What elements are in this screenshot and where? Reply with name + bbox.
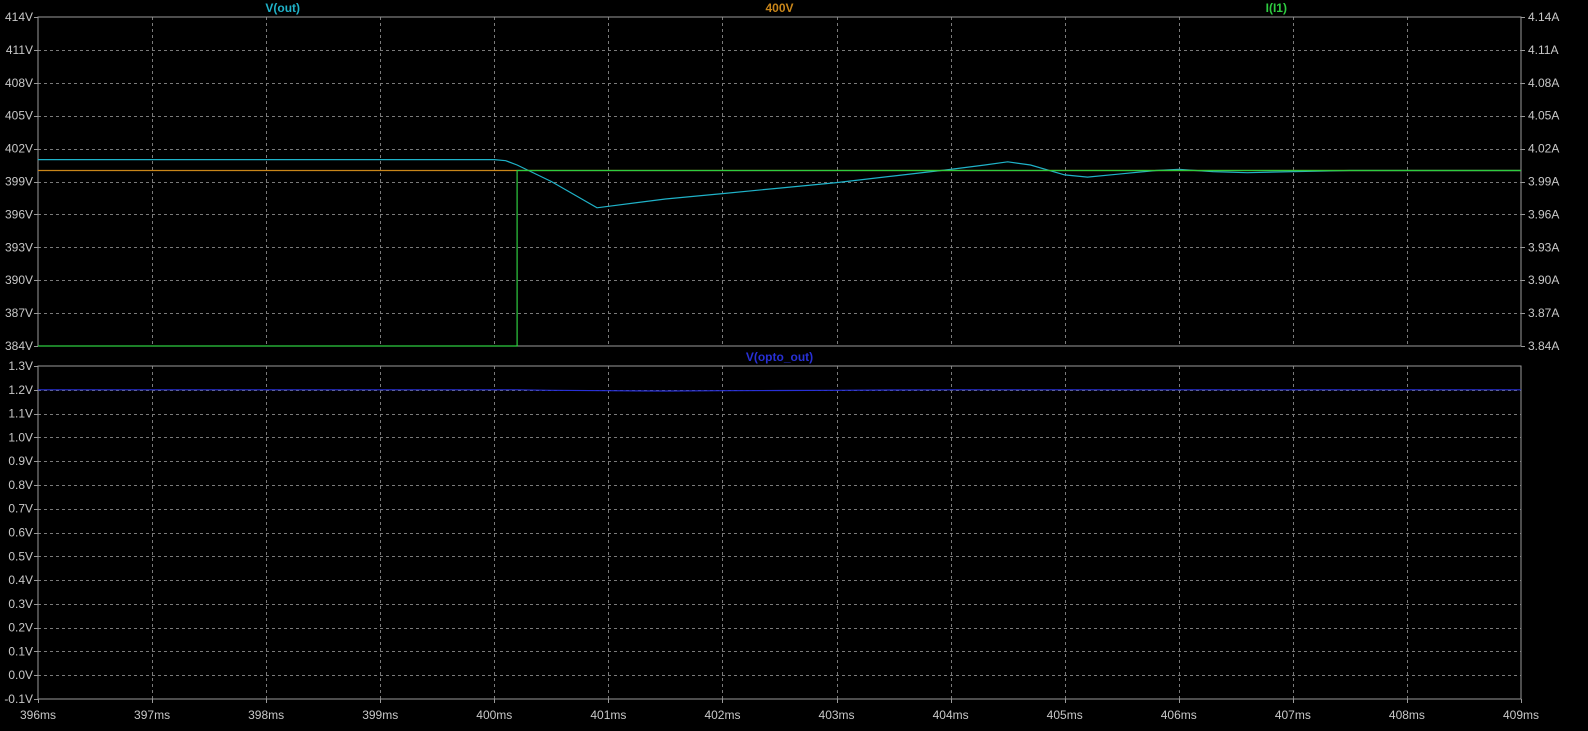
legend-label[interactable]: V(out) xyxy=(265,1,300,15)
y-tick-label-left: 1.0V xyxy=(8,430,33,444)
legend-label[interactable]: 400V xyxy=(765,1,793,15)
y-tick-label-right: 4.11A xyxy=(1528,43,1558,57)
y-tick-label-left: 408V xyxy=(5,76,33,90)
x-tick-label: 405ms xyxy=(1047,708,1083,722)
x-tick-label: 408ms xyxy=(1389,708,1425,722)
y-tick-label-left: 1.3V xyxy=(8,359,33,373)
y-tick-label-right: 3.96A xyxy=(1528,207,1559,221)
y-tick-label-right: 3.99A xyxy=(1528,175,1559,189)
y-tick-label-left: 1.1V xyxy=(8,407,33,421)
x-tick-label: 396ms xyxy=(20,708,56,722)
y-tick-label-left: 0.0V xyxy=(8,668,33,682)
x-tick-label: 399ms xyxy=(362,708,398,722)
x-tick-label: 397ms xyxy=(134,708,170,722)
y-tick-label-right: 3.90A xyxy=(1528,273,1559,287)
y-tick-label-left: 384V xyxy=(5,339,33,353)
waveform-viewer[interactable]: 414V 411V 408V 405V 402V 399V 396V 393V 390V 387V… xyxy=(0,0,1588,731)
x-tick-label: 406ms xyxy=(1161,708,1197,722)
y-tick-label-left: 396V xyxy=(5,207,33,221)
y-tick-label-left: 0.4V xyxy=(8,573,33,587)
y-tick-label-right: 4.05A xyxy=(1528,109,1559,123)
y-tick-label-left: 402V xyxy=(5,142,33,156)
x-tick-label: 404ms xyxy=(933,708,969,722)
y-tick-label-right: 3.84A xyxy=(1528,339,1559,353)
y-tick-label-left: -0.1V xyxy=(4,692,33,706)
y-tick-label-right: 4.02A xyxy=(1528,142,1559,156)
y-tick-label-left: 414V xyxy=(5,10,33,24)
legend-label[interactable]: I(I1) xyxy=(1266,1,1287,15)
y-tick-label-left: 0.6V xyxy=(8,526,33,540)
y-tick-label-left: 0.7V xyxy=(8,502,33,516)
legend-label[interactable]: V(opto_out) xyxy=(746,350,813,364)
y-tick-label-left: 393V xyxy=(5,240,33,254)
y-tick-label-right: 4.14A xyxy=(1528,10,1559,24)
x-tick-label: 409ms xyxy=(1503,708,1539,722)
x-tick-label: 402ms xyxy=(704,708,740,722)
y-tick-label-left: 0.9V xyxy=(8,454,33,468)
bottom-pane-legend: V(opto_out) xyxy=(746,350,813,364)
y-tick-label-right: 3.87A xyxy=(1528,306,1559,320)
y-tick-label-left: 387V xyxy=(5,306,33,320)
y-tick-label-right: 3.93A xyxy=(1528,240,1559,254)
x-tick-label: 407ms xyxy=(1275,708,1311,722)
y-tick-label-left: 405V xyxy=(5,109,33,123)
y-tick-label-left: 0.3V xyxy=(8,597,33,611)
y-tick-label-left: 390V xyxy=(5,273,33,287)
x-tick-label: 401ms xyxy=(590,708,626,722)
x-tick-label: 398ms xyxy=(248,708,284,722)
y-tick-label-left: 1.2V xyxy=(8,383,33,397)
y-tick-label-left: 411V xyxy=(6,43,33,57)
bottom-pane-left-axis: 1.3V 1.2V 1.1V 1.0V 0.9V 0.8V 0.7V 0.6V 0.5V 0.4V… xyxy=(4,359,38,706)
y-tick-label-left: 399V xyxy=(5,175,33,189)
x-tick-label: 400ms xyxy=(476,708,512,722)
y-tick-label-left: 0.5V xyxy=(8,549,33,563)
x-tick-label: 403ms xyxy=(819,708,855,722)
y-tick-label-left: 0.2V xyxy=(8,621,33,635)
y-tick-label-left: 0.1V xyxy=(8,644,33,658)
y-tick-label-left: 0.8V xyxy=(8,478,33,492)
y-tick-label-right: 4.08A xyxy=(1528,76,1559,90)
